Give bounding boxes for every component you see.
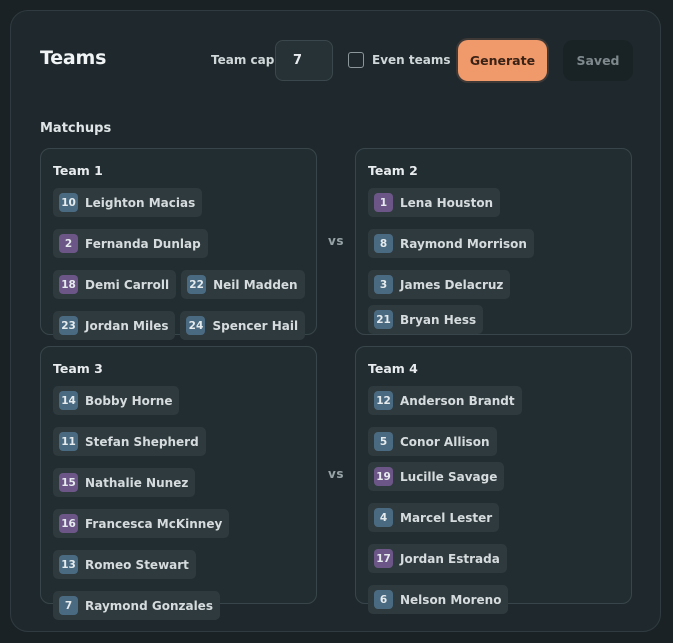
player-name: Jordan Estrada xyxy=(400,551,500,566)
player-chip[interactable]: 16 Francesca McKinney xyxy=(53,509,230,538)
player-name: Spencer Hail xyxy=(212,318,299,333)
player-name: Nathalie Nunez xyxy=(85,475,189,490)
player-number-badge: 11 xyxy=(59,432,78,451)
generate-button[interactable]: Generate xyxy=(458,40,547,81)
player-chip[interactable]: 4 Marcel Lester xyxy=(368,503,500,532)
player-chip[interactable]: 24 Spencer Hail xyxy=(180,311,306,340)
player-name: Neil Madden xyxy=(213,277,298,292)
player-name: Marcel Lester xyxy=(400,510,493,525)
player-chip[interactable]: 10 Leighton Macias xyxy=(53,188,203,217)
player-number-badge: 12 xyxy=(374,391,393,410)
player-number-badge: 3 xyxy=(374,275,393,294)
player-number-badge: 13 xyxy=(59,555,78,574)
player-name: Fernanda Dunlap xyxy=(85,236,201,251)
player-name: Bobby Horne xyxy=(85,393,173,408)
player-number-badge: 1 xyxy=(374,193,393,212)
player-number-badge: 19 xyxy=(374,467,393,486)
player-name: Conor Allison xyxy=(400,434,490,449)
player-number-badge: 16 xyxy=(59,514,78,533)
player-name: Raymond Gonzales xyxy=(85,598,213,613)
player-number-badge: 5 xyxy=(374,432,393,451)
player-name: James Delacruz xyxy=(400,277,504,292)
team-cap-input[interactable]: 7 xyxy=(275,40,333,81)
vs-label: vs xyxy=(328,234,344,248)
player-chip[interactable]: 6 Nelson Moreno xyxy=(368,585,509,614)
player-name: Francesca McKinney xyxy=(85,516,223,531)
player-list: 12 Anderson Brandt 5 Conor Allison 19 Lucille… xyxy=(368,386,630,614)
player-chip[interactable]: 19 Lucille Savage xyxy=(368,462,505,491)
player-number-badge: 6 xyxy=(374,590,393,609)
player-name: Nelson Moreno xyxy=(400,592,502,607)
page-title: Teams xyxy=(40,47,107,69)
player-chip[interactable]: 15 Nathalie Nunez xyxy=(53,468,196,497)
player-name: Anderson Brandt xyxy=(400,393,515,408)
player-name: Lena Houston xyxy=(400,195,494,210)
player-chip[interactable]: 22 Neil Madden xyxy=(181,270,305,299)
team-name: Team 2 xyxy=(368,163,418,178)
player-number-badge: 14 xyxy=(59,391,78,410)
team-name: Team 3 xyxy=(53,361,103,376)
player-number-badge: 18 xyxy=(59,275,78,294)
player-chip[interactable]: 7 Raymond Gonzales xyxy=(53,591,220,620)
player-list: 10 Leighton Macias 2 Fernanda Dunlap 18 Demi … xyxy=(53,188,315,340)
player-name: Leighton Macias xyxy=(85,195,196,210)
team-card-1: Team 1 10 Leighton Macias 2 Fernanda Dunlap… xyxy=(40,148,317,340)
team-name: Team 1 xyxy=(53,163,103,178)
player-chip[interactable]: 14 Bobby Horne xyxy=(53,386,180,415)
player-list: 14 Bobby Horne 11 Stefan Shepherd 15 Nathalie… xyxy=(53,386,315,620)
team-card-3: Team 3 14 Bobby Horne 11 Stefan Shepherd 15 N… xyxy=(40,346,317,620)
player-name: Raymond Morrison xyxy=(400,236,527,251)
player-number-badge: 7 xyxy=(59,596,78,615)
player-name: Bryan Hess xyxy=(400,312,477,327)
even-teams-label[interactable]: Even teams xyxy=(372,53,451,67)
player-number-badge: 8 xyxy=(374,234,393,253)
team-name: Team 4 xyxy=(368,361,418,376)
player-chip[interactable]: 5 Conor Allison xyxy=(368,427,497,456)
matchups-title: Matchups xyxy=(40,121,112,136)
player-number-badge: 21 xyxy=(374,310,393,329)
player-number-badge: 2 xyxy=(59,234,78,253)
player-chip[interactable]: 1 Lena Houston xyxy=(368,188,501,217)
player-number-badge: 10 xyxy=(59,193,78,212)
player-number-badge: 22 xyxy=(187,275,207,294)
player-name: Jordan Miles xyxy=(85,318,169,333)
player-chip[interactable]: 17 Jordan Estrada xyxy=(368,544,507,573)
player-number-badge: 17 xyxy=(374,549,393,568)
player-number-badge: 4 xyxy=(374,508,393,527)
player-chip[interactable]: 3 James Delacruz xyxy=(368,270,511,299)
team-cap-label: Team cap xyxy=(211,53,275,67)
player-chip[interactable]: 18 Demi Carroll xyxy=(53,270,177,299)
player-name: Romeo Stewart xyxy=(85,557,189,572)
even-teams-checkbox[interactable] xyxy=(348,52,364,68)
team-card-2: Team 2 1 Lena Houston 8 Raymond Morrison 3 Ja… xyxy=(355,148,632,375)
player-chip[interactable]: 21 Bryan Hess xyxy=(368,305,484,334)
player-number-badge: 15 xyxy=(59,473,78,492)
team-card-4: Team 4 12 Anderson Brandt 5 Conor Allison 19… xyxy=(355,346,632,614)
player-chip[interactable]: 11 Stefan Shepherd xyxy=(53,427,206,456)
player-name: Stefan Shepherd xyxy=(85,434,199,449)
player-number-badge: 23 xyxy=(59,316,78,335)
player-chip[interactable]: 2 Fernanda Dunlap xyxy=(53,229,208,258)
vs-label: vs xyxy=(328,467,344,481)
player-chip[interactable]: 8 Raymond Morrison xyxy=(368,229,534,258)
player-chip[interactable]: 12 Anderson Brandt xyxy=(368,386,522,415)
player-chip[interactable]: 23 Jordan Miles xyxy=(53,311,176,340)
teams-panel: Teams Team cap 7 Even teams Generate Sav… xyxy=(10,10,661,632)
player-number-badge: 24 xyxy=(186,316,206,335)
player-chip[interactable]: 13 Romeo Stewart xyxy=(53,550,196,579)
player-name: Lucille Savage xyxy=(400,469,498,484)
player-name: Demi Carroll xyxy=(85,277,170,292)
saved-button[interactable]: Saved xyxy=(563,40,633,81)
